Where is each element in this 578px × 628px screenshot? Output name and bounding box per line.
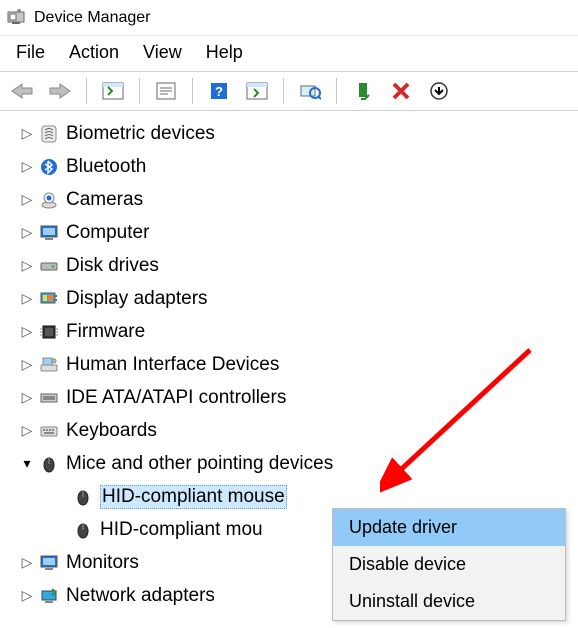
tree-item-display[interactable]: ▷ Display adapters: [18, 282, 578, 315]
tree-label: Cameras: [66, 189, 143, 211]
tree-label: Network adapters: [66, 585, 215, 607]
context-item-update-driver[interactable]: Update driver: [333, 509, 565, 546]
chevron-down-icon[interactable]: ▾: [18, 455, 36, 472]
tree-label: Disk drives: [66, 255, 159, 277]
scan-hardware-button[interactable]: [296, 77, 324, 105]
mouse-icon: [38, 455, 60, 473]
tree-item-bluetooth[interactable]: ▷ Bluetooth: [18, 150, 578, 183]
chevron-right-icon[interactable]: ▷: [18, 422, 36, 439]
window-title: Device Manager: [34, 9, 151, 27]
keyboard-icon: [38, 422, 60, 440]
menu-view[interactable]: View: [143, 42, 182, 63]
remove-device-button[interactable]: [387, 77, 415, 105]
chevron-right-icon[interactable]: ▷: [18, 587, 36, 604]
forward-button[interactable]: [46, 77, 74, 105]
ide-icon: [38, 389, 60, 407]
tree-label: HID-compliant mou: [100, 519, 263, 541]
tree-label: HID-compliant mouse: [100, 485, 287, 509]
chevron-right-icon[interactable]: ▷: [18, 158, 36, 175]
app-icon: [6, 8, 26, 28]
titlebar: Device Manager: [0, 0, 578, 36]
menu-action[interactable]: Action: [69, 42, 119, 63]
add-driver-button[interactable]: [349, 77, 377, 105]
bluetooth-icon: [38, 158, 60, 176]
toolbar-separator: [283, 78, 284, 104]
tree-label: Monitors: [66, 552, 139, 574]
context-item-disable-device[interactable]: Disable device: [333, 546, 565, 583]
tree-label: IDE ATA/ATAPI controllers: [66, 387, 286, 409]
tree-item-ide[interactable]: ▷ IDE ATA/ATAPI controllers: [18, 381, 578, 414]
tree-item-keyboards[interactable]: ▷ Keyboards: [18, 414, 578, 447]
tree-item-biometric[interactable]: ▷ Biometric devices: [18, 117, 578, 150]
chevron-right-icon[interactable]: ▷: [18, 554, 36, 571]
back-button[interactable]: [8, 77, 36, 105]
mouse-icon: [72, 521, 94, 539]
tree-label: Firmware: [66, 321, 145, 343]
chevron-right-icon[interactable]: ▷: [18, 191, 36, 208]
tree-label: Mice and other pointing devices: [66, 453, 333, 475]
tree-item-computer[interactable]: ▷ Computer: [18, 216, 578, 249]
toolbar-separator: [86, 78, 87, 104]
tree-item-hid[interactable]: ▷ Human Interface Devices: [18, 348, 578, 381]
disk-icon: [38, 257, 60, 275]
toolbar-separator: [336, 78, 337, 104]
tree-item-firmware[interactable]: ▷ Firmware: [18, 315, 578, 348]
tree-label: Keyboards: [66, 420, 157, 442]
fingerprint-icon: [38, 125, 60, 143]
toolbar-separator: [192, 78, 193, 104]
toolbar-separator: [139, 78, 140, 104]
context-menu: Update driver Disable device Uninstall d…: [332, 508, 566, 621]
mouse-icon: [72, 488, 94, 506]
tree-label: Human Interface Devices: [66, 354, 279, 376]
tree-label: Bluetooth: [66, 156, 146, 178]
hid-icon: [38, 356, 60, 374]
show-hide-tree-button[interactable]: [99, 77, 127, 105]
chevron-right-icon[interactable]: ▷: [18, 224, 36, 241]
update-driver-button[interactable]: [425, 77, 453, 105]
camera-icon: [38, 191, 60, 209]
help-button[interactable]: ?: [205, 77, 233, 105]
chevron-right-icon[interactable]: ▷: [18, 125, 36, 142]
chevron-right-icon[interactable]: ▷: [18, 356, 36, 373]
network-icon: [38, 587, 60, 605]
monitor-icon: [38, 554, 60, 572]
chevron-right-icon[interactable]: ▷: [18, 290, 36, 307]
tree-label: Computer: [66, 222, 149, 244]
tree-item-cameras[interactable]: ▷ Cameras: [18, 183, 578, 216]
menu-file[interactable]: File: [16, 42, 45, 63]
menubar: File Action View Help: [0, 36, 578, 71]
tree-label: Display adapters: [66, 288, 208, 310]
toolbar-action-button[interactable]: [243, 77, 271, 105]
toolbar: ?: [0, 71, 578, 111]
device-manager-window: Device Manager File Action View Help ?: [0, 0, 578, 628]
chevron-right-icon[interactable]: ▷: [18, 323, 36, 340]
monitor-icon: [38, 224, 60, 242]
tree-label: Biometric devices: [66, 123, 215, 145]
properties-button[interactable]: [152, 77, 180, 105]
svg-text:?: ?: [215, 84, 223, 99]
chevron-right-icon[interactable]: ▷: [18, 389, 36, 406]
chevron-right-icon[interactable]: ▷: [18, 257, 36, 274]
context-item-uninstall-device[interactable]: Uninstall device: [333, 583, 565, 620]
tree-item-mice[interactable]: ▾ Mice and other pointing devices: [18, 447, 578, 480]
chip-icon: [38, 323, 60, 341]
tree-item-disk[interactable]: ▷ Disk drives: [18, 249, 578, 282]
menu-help[interactable]: Help: [206, 42, 243, 63]
display-adapter-icon: [38, 290, 60, 308]
